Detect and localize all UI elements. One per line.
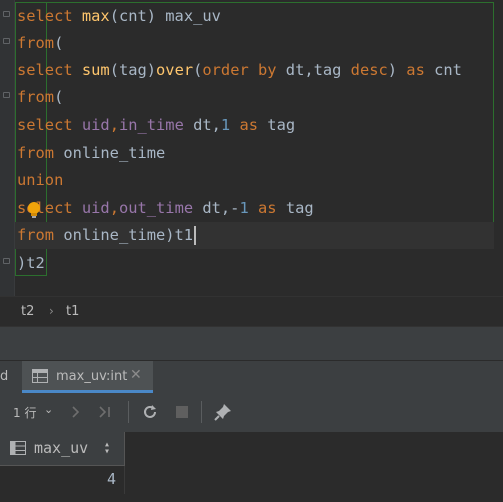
code-line-5[interactable]: select uid,in_time dt,1 as tag — [17, 112, 295, 139]
code-line-9[interactable]: from online_time)t1 — [15, 222, 494, 249]
code-token: from — [17, 88, 55, 106]
code-token: from — [17, 34, 55, 52]
code-line-10[interactable]: )t2 — [17, 250, 45, 277]
code-token: ( — [54, 88, 64, 106]
code-token: , — [109, 116, 119, 134]
code-token: sum — [81, 61, 110, 79]
code-token: dt,tag — [276, 61, 351, 79]
code-token: as — [239, 116, 259, 134]
code-token: cnt — [424, 61, 462, 79]
code-token: uid — [81, 199, 110, 217]
code-token: as — [406, 61, 425, 79]
panel-divider — [0, 326, 503, 361]
code-line-1[interactable]: select max(cnt) max_uv — [17, 3, 221, 30]
column-header-max-uv[interactable]: max_uv ▴ ▾ — [0, 432, 125, 466]
code-line-6[interactable]: from online_time — [17, 140, 165, 167]
breadcrumb-separator-icon: › — [49, 304, 54, 318]
breadcrumb-item-t1[interactable]: t1 — [66, 304, 79, 319]
table-cell[interactable]: 4 — [0, 466, 125, 494]
sql-editor[interactable]: select max(cnt) max_uv from( select sum(… — [0, 0, 503, 296]
code-token: from — [17, 144, 55, 162]
code-token: uid — [81, 116, 110, 134]
result-grid: max_uv ▴ ▾ 4 — [0, 432, 503, 502]
code-line-7[interactable]: union — [17, 167, 63, 194]
code-token: in_time — [118, 116, 184, 134]
close-icon[interactable]: ✕ — [130, 367, 142, 383]
code-token: as — [258, 199, 277, 217]
breadcrumb: t2 › t1 — [0, 296, 503, 327]
tab-label: max_uv:int — [56, 369, 128, 384]
code-token: ( — [54, 34, 64, 52]
breadcrumb-item-t2[interactable]: t2 — [21, 304, 34, 319]
pin-icon[interactable] — [214, 403, 232, 421]
next-page-icon[interactable] — [66, 403, 84, 421]
code-token: tag — [258, 116, 296, 134]
fold-marker[interactable] — [3, 11, 10, 17]
stop-icon[interactable] — [173, 403, 191, 421]
result-toolbar: 1 行 ⌄ — [0, 393, 503, 433]
code-token: select — [17, 61, 82, 79]
cell-value: 4 — [106, 470, 116, 488]
code-token: (cnt) max_uv — [109, 7, 221, 25]
code-token: )t2 — [17, 254, 45, 272]
editor-gutter — [0, 0, 15, 296]
code-token: union — [17, 171, 64, 189]
chevron-down-icon[interactable]: ⌄ — [44, 403, 53, 416]
toolbar-separator — [201, 401, 202, 423]
column-icon — [10, 441, 26, 455]
result-tab-bar: d max_uv:int ✕ — [0, 360, 503, 394]
sort-icon[interactable]: ▴ ▾ — [104, 440, 110, 457]
last-page-icon[interactable] — [96, 403, 114, 421]
fold-marker[interactable] — [3, 258, 10, 264]
code-token: out_time — [118, 199, 194, 217]
code-line-8[interactable]: select uid,out_time dt,-1 as tag — [17, 195, 314, 222]
code-line-3[interactable]: select sum(tag)over(order by dt,tag desc… — [17, 57, 462, 84]
code-token: dt, — [183, 116, 221, 134]
tab-previous-partial[interactable]: d — [0, 369, 8, 384]
code-token: over — [156, 61, 194, 79]
table-icon — [32, 369, 48, 383]
code-token: 1 — [220, 116, 231, 134]
tab-max-uv[interactable]: max_uv:int ✕ — [22, 361, 153, 393]
lightbulb-icon[interactable] — [26, 201, 42, 219]
code-token: desc — [350, 61, 388, 79]
code-token: select — [17, 7, 82, 25]
code-token: (tag) — [109, 61, 157, 79]
toolbar-separator — [128, 401, 129, 423]
code-token: order by — [202, 61, 277, 79]
code-line-2[interactable]: from( — [17, 30, 63, 57]
code-token: select — [17, 116, 82, 134]
code-token: 1 — [239, 199, 249, 217]
code-token: ( — [193, 61, 203, 79]
code-token: ) — [387, 61, 407, 79]
code-token: online_time)t1 — [54, 226, 194, 244]
code-token: tag — [276, 199, 314, 217]
code-token: dt,- — [193, 199, 240, 217]
fold-marker[interactable] — [3, 38, 10, 44]
code-token: from — [17, 226, 55, 244]
refresh-icon[interactable] — [141, 403, 159, 421]
column-name: max_uv — [34, 439, 89, 457]
code-token: , — [109, 199, 119, 217]
row-count-selector[interactable]: 1 行 — [13, 404, 36, 421]
code-token: max — [81, 7, 110, 25]
text-caret — [194, 226, 197, 245]
fold-marker[interactable] — [3, 92, 10, 98]
code-line-4[interactable]: from( — [17, 84, 63, 111]
code-token: online_time — [54, 144, 166, 162]
